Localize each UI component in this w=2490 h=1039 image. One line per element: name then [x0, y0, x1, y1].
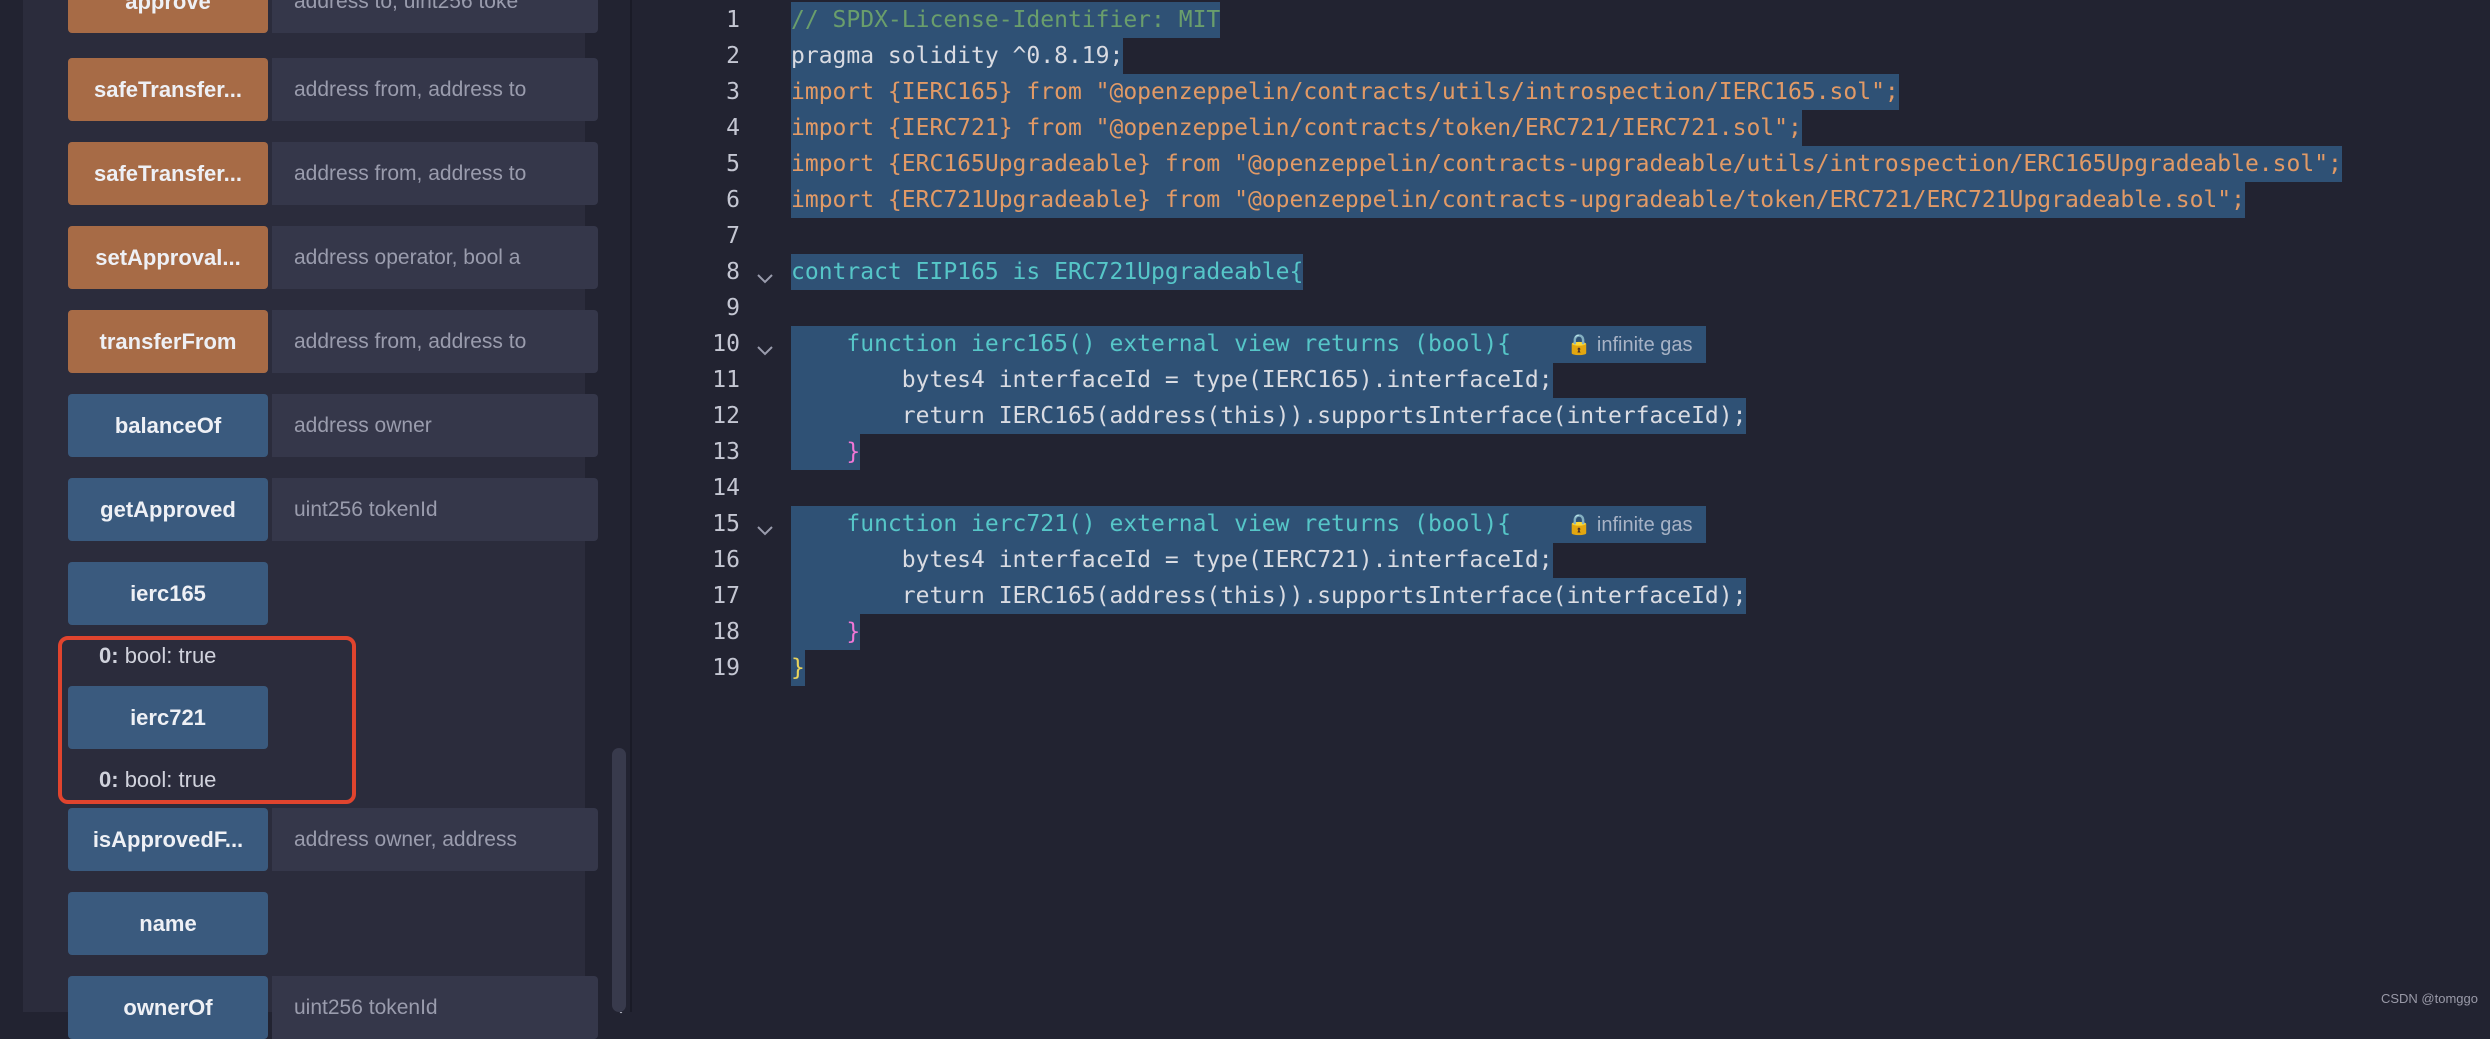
getapproved-button[interactable]: getApproved [68, 478, 268, 541]
code-line: 9 [632, 290, 2490, 326]
code-text: } [791, 614, 861, 650]
code-text: function ierc721() external view returns… [791, 506, 1707, 543]
code-content: function ierc721() external view returns… [791, 511, 1512, 537]
balanceof-button[interactable]: balanceOf [68, 394, 268, 457]
line-number: 16 [712, 547, 740, 573]
code-line: 19 } [632, 650, 2490, 686]
isapprovedforall-params-input[interactable]: address owner, address [272, 808, 598, 871]
code-line: 5 import {ERC165Upgradeable} from "@open… [632, 146, 2490, 182]
code-line: 6 import {ERC721Upgradeable} from "@open… [632, 182, 2490, 218]
balanceof-params-input[interactable]: address owner [272, 394, 598, 457]
code-text: bytes4 interfaceId = type(IERC721).inter… [791, 542, 1553, 578]
safetransferfrom-data-params-input[interactable]: address from, address to [272, 142, 598, 205]
code-text: } [791, 650, 805, 686]
safetransferfrom-data-button[interactable]: safeTransfer... [68, 142, 268, 205]
ierc165-button[interactable]: ierc165 [68, 562, 268, 625]
code-text: pragma solidity ^0.8.19; [791, 38, 1124, 74]
line-number: 17 [712, 583, 740, 609]
safetransferfrom-params-input[interactable]: address from, address to [272, 58, 598, 121]
code-text: import {ERC165Upgradeable} from "@openze… [791, 146, 2342, 182]
line-number: 6 [726, 187, 740, 213]
code-line: 1 // SPDX-License-Identifier: MIT [632, 2, 2490, 38]
line-number: 15 [712, 511, 740, 537]
code-line: 14 [632, 470, 2490, 506]
gas-hint: infinite gas [1596, 514, 1693, 536]
code-text: } [791, 434, 861, 470]
isapprovedforall-button[interactable]: isApprovedF... [68, 808, 268, 871]
ownerof-button[interactable]: ownerOf [68, 976, 268, 1039]
code-text: function ierc165() external view returns… [791, 326, 1707, 363]
gas-estimate: 🔒 infinite gas [1566, 514, 1693, 536]
line-number: 7 [726, 223, 740, 249]
approve-button[interactable]: approve [68, 0, 268, 33]
transferfrom-params-input[interactable]: address from, address to [272, 310, 598, 373]
code-line: 4 import {IERC721} from "@openzeppelin/c… [632, 110, 2490, 146]
code-line: 13 } [632, 434, 2490, 470]
line-number: 11 [712, 367, 740, 393]
code-line: 7 [632, 218, 2490, 254]
code-text: contract EIP165 is ERC721Upgradeable{ [791, 254, 1304, 290]
code-line: 17 return IERC165(address(this)).support… [632, 578, 2490, 614]
code-text: return IERC165(address(this)).supportsIn… [791, 578, 1747, 614]
line-number: 18 [712, 619, 740, 645]
line-number: 12 [712, 403, 740, 429]
ownerof-params-input[interactable]: uint256 tokenId [272, 976, 598, 1039]
code-line: 2 pragma solidity ^0.8.19; [632, 38, 2490, 74]
getapproved-params-input[interactable]: uint256 tokenId [272, 478, 598, 541]
code-text: return IERC165(address(this)).supportsIn… [791, 398, 1747, 434]
code-text: import {IERC165} from "@openzeppelin/con… [791, 74, 1899, 110]
line-number: 3 [726, 79, 740, 105]
code-text: import {ERC721Upgradeable} from "@openze… [791, 182, 2245, 218]
code-line: 16 bytes4 interfaceId = type(IERC721).in… [632, 542, 2490, 578]
fold-chevron-icon[interactable] [756, 263, 774, 284]
code-line: 10 function ierc165() external view retu… [632, 326, 2490, 363]
code-editor[interactable]: 1 // SPDX-License-Identifier: MIT 2 prag… [632, 0, 2490, 1012]
setapprovalforall-params-input[interactable]: address operator, bool a [272, 226, 598, 289]
name-button[interactable]: name [68, 892, 268, 955]
code-text: bytes4 interfaceId = type(IERC165).inter… [791, 362, 1553, 398]
line-number: 1 [726, 7, 740, 33]
line-number: 10 [712, 331, 740, 357]
highlight-annotation [58, 636, 356, 804]
gas-estimate: 🔒 infinite gas [1566, 334, 1693, 356]
setapprovalforall-button[interactable]: setApproval... [68, 226, 268, 289]
line-number: 8 [726, 259, 740, 285]
line-number: 4 [726, 115, 740, 141]
fold-chevron-icon[interactable] [756, 515, 774, 536]
code-content: function ierc165() external view returns… [791, 331, 1512, 357]
fold-chevron-icon[interactable] [756, 335, 774, 356]
code-line: 15 function ierc721() external view retu… [632, 506, 2490, 543]
line-number: 14 [712, 475, 740, 501]
approve-params-input[interactable]: address to, uint256 toke [272, 0, 598, 33]
line-number: 19 [712, 655, 740, 681]
panel-scrollbar-thumb[interactable] [612, 748, 626, 1012]
watermark: CSDN @tomggo [2380, 991, 2478, 1006]
code-text: import {IERC721} from "@openzeppelin/con… [791, 110, 1802, 146]
code-line: 3 import {IERC165} from "@openzeppelin/c… [632, 74, 2490, 110]
line-number: 2 [726, 43, 740, 69]
line-number: 9 [726, 295, 740, 321]
line-number: 5 [726, 151, 740, 177]
safetransferfrom-button[interactable]: safeTransfer... [68, 58, 268, 121]
code-line: 11 bytes4 interfaceId = type(IERC165).in… [632, 362, 2490, 398]
contract-functions-panel: approve address to, uint256 toke safeTra… [23, 0, 631, 1039]
gas-hint: infinite gas [1596, 334, 1693, 356]
code-line: 8 contract EIP165 is ERC721Upgradeable{ [632, 254, 2490, 290]
transferfrom-button[interactable]: transferFrom [68, 310, 268, 373]
code-line: 12 return IERC165(address(this)).support… [632, 398, 2490, 434]
line-number: 13 [712, 439, 740, 465]
code-text: // SPDX-License-Identifier: MIT [791, 2, 1221, 38]
code-line: 18 } [632, 614, 2490, 650]
